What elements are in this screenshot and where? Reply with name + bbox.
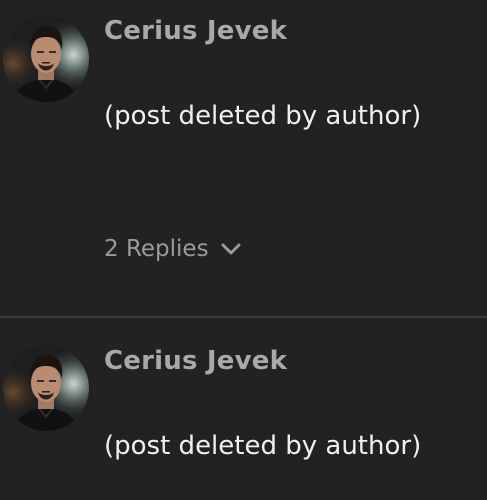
avatar[interactable] [3,345,89,431]
post-body: (post deleted by author) [104,431,422,461]
post-author-name[interactable]: Cerius Jevek [104,16,287,46]
post-item: Cerius Jevek (post deleted by author) [0,318,487,500]
post-body: (post deleted by author) [104,101,422,131]
character-portrait-icon [3,16,89,102]
replies-count-label: 2 Replies [104,236,209,262]
post-author-name[interactable]: Cerius Jevek [104,346,287,376]
replies-toggle-button[interactable]: 2 Replies [104,233,241,265]
post-item: Cerius Jevek (post deleted by author) 2 … [0,0,487,316]
avatar[interactable] [3,16,89,102]
chevron-down-icon [221,242,241,256]
character-portrait-icon [3,345,89,431]
